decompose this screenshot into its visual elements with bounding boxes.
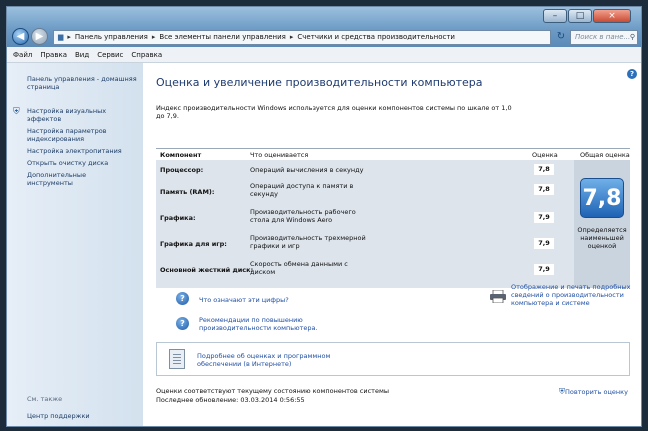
page-title: Оценка и увеличение производительности к… (156, 76, 483, 89)
link-what-numbers-mean[interactable]: Что означают эти цифры? (199, 296, 399, 304)
breadcrumb-control-panel[interactable]: Панель управления (75, 33, 148, 41)
component-name: Графика для игр: (160, 240, 227, 248)
address-bar[interactable]: ▆ ▸ Панель управления ▸ Все элементы панели … (53, 30, 551, 45)
component-name: Память (RAM): (160, 188, 215, 196)
menu-tools[interactable]: Сервис (97, 47, 123, 62)
document-icon (169, 349, 185, 369)
component-desc: Производительность трехмерной графики и … (250, 234, 366, 250)
sidebar-home-link[interactable]: Панель управления - домашняя страница (27, 75, 137, 91)
question-icon: ? (176, 317, 189, 330)
control-panel-window: – □ × ◀ ▶ ▆ ▸ Панель управления ▸ Все элемен… (6, 6, 642, 427)
window-controls: – □ × (543, 9, 631, 23)
component-desc: Операций доступа к памяти в секунду (250, 182, 354, 198)
link-learn-more-online[interactable]: Подробнее об оценках и программном обесп… (197, 352, 357, 368)
base-score-panel: 7,8 Определяется наименьшей оценкой (574, 160, 630, 288)
close-button[interactable]: × (593, 9, 631, 23)
breadcrumb-all-items[interactable]: Все элементы панели управления (159, 33, 286, 41)
component-desc: Скорость обмена данными с диском (250, 260, 348, 276)
sidebar-item-disk-cleanup[interactable]: Открыть очистку диска (27, 159, 137, 167)
refresh-icon[interactable]: ↻ (554, 30, 568, 45)
rerun-assessment-link[interactable]: ⛨Повторить оценку (559, 387, 628, 397)
search-placeholder: Поиск в пане... (575, 33, 631, 41)
component-name: Основной жесткий диск: (160, 266, 254, 274)
component-name: Процессор: (160, 166, 204, 174)
component-desc: Операций вычисления в секунду (250, 166, 364, 174)
menu-file[interactable]: Файл (13, 47, 32, 62)
component-desc: Производительность рабочего стола для Wi… (250, 208, 356, 224)
component-score: 7,8 (534, 164, 554, 175)
maximize-button[interactable]: □ (568, 9, 592, 23)
title-bar: – □ × ◀ ▶ ▆ ▸ Панель управления ▸ Все элемен… (7, 7, 641, 47)
menu-help[interactable]: Справка (131, 47, 162, 62)
sidebar: Панель управления - домашняя страница ⛨ … (7, 63, 143, 426)
status-info: Оценки соответствуют текущему состоянию … (156, 387, 389, 405)
search-input[interactable]: Поиск в пане... ⚲ (570, 30, 638, 45)
menu-bar: Файл Правка Вид Сервис Справка (7, 47, 641, 63)
shield-icon: ⛨ (13, 107, 20, 117)
sidebar-item-support[interactable]: Центр поддержки (27, 412, 90, 420)
minimize-button[interactable]: – (543, 9, 567, 23)
link-print-details[interactable]: Отображение и печать подробных сведений … (511, 283, 637, 307)
link-recommendations[interactable]: Рекомендации по повышению производительн… (199, 316, 349, 332)
component-name: Графика: (160, 214, 196, 222)
question-icon: ? (176, 292, 189, 305)
folder-icon: ▆ (58, 33, 64, 41)
sidebar-item-power[interactable]: Настройка электропитания (27, 147, 137, 155)
status-text: Оценки соответствуют текущему состоянию … (156, 387, 389, 395)
component-score: 7,8 (534, 184, 554, 195)
rerun-assessment-label[interactable]: Повторить оценку (565, 388, 628, 396)
sidebar-item-advanced-tools[interactable]: Дополнительные инструменты (27, 171, 107, 187)
page-description: Индекс производительности Windows исполь… (156, 104, 512, 120)
printer-icon (490, 290, 506, 303)
see-also-heading: См. также (27, 395, 63, 403)
base-score-caption: Определяется наименьшей оценкой (577, 226, 627, 250)
component-score: 7,9 (534, 238, 554, 249)
component-score: 7,9 (534, 212, 554, 223)
main-content: ? Оценка и увеличение производительности… (143, 63, 641, 426)
menu-view[interactable]: Вид (75, 47, 89, 62)
back-button[interactable]: ◀ (12, 28, 29, 45)
sidebar-item-visual-effects[interactable]: Настройка визуальных эффектов (27, 107, 137, 123)
search-icon[interactable]: ⚲ (630, 31, 635, 44)
last-update-text: Последнее обновление: 03.03.2014 0:56:55 (156, 396, 305, 404)
base-score-badge: 7,8 (580, 178, 624, 218)
help-icon[interactable]: ? (627, 69, 637, 79)
menu-edit[interactable]: Правка (40, 47, 67, 62)
score-table: Процессор: Операций вычисления в секунду… (156, 160, 630, 288)
sidebar-item-indexing[interactable]: Настройка параметров индексирования (27, 127, 137, 143)
breadcrumb-performance[interactable]: Счетчики и средства производительности (297, 33, 455, 41)
forward-button[interactable]: ▶ (31, 28, 48, 45)
component-score: 7,9 (534, 264, 554, 275)
details-link-box: Подробнее об оценках и программном обесп… (156, 342, 630, 376)
